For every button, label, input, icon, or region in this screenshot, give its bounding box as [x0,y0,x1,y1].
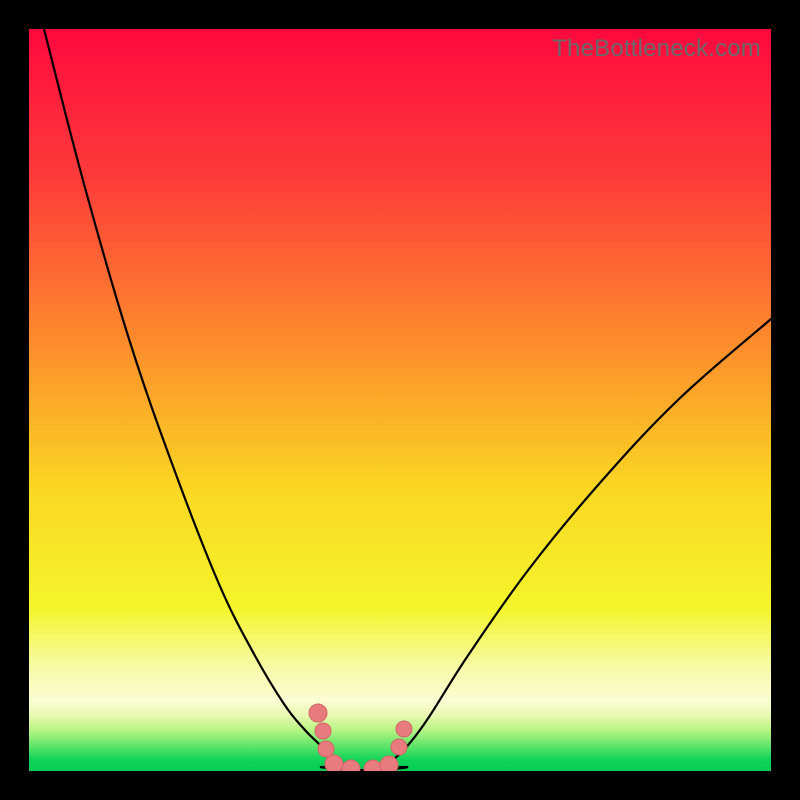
chart-svg [29,29,771,771]
data-marker [309,704,327,722]
data-marker [396,721,412,737]
data-marker [318,741,334,757]
data-marker [325,755,343,771]
data-marker [342,760,360,771]
data-marker [391,739,407,755]
marker-group [309,704,412,771]
data-marker [380,756,398,771]
data-marker [315,723,331,739]
bottleneck-curve [44,29,771,770]
data-marker [364,760,382,771]
curve-group [44,29,771,770]
outer-frame: TheBottleneck.com [0,0,800,800]
plot-area: TheBottleneck.com [29,29,771,771]
